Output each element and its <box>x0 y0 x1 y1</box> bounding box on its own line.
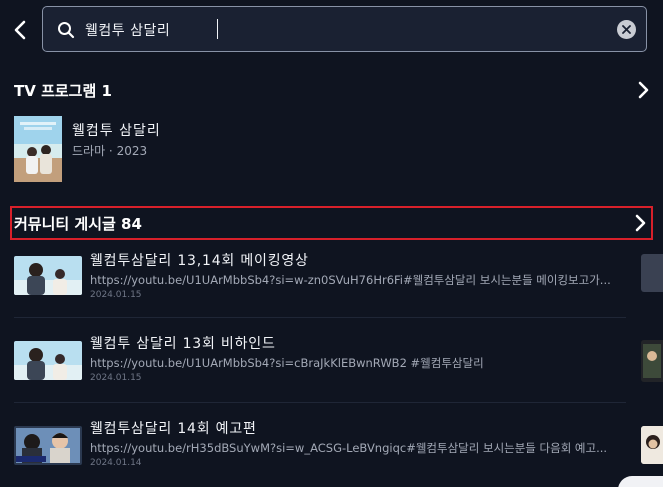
text-cursor <box>217 19 218 39</box>
search-input[interactable]: 웰컴투 삼달리 <box>85 20 170 40</box>
chevron-left-icon <box>14 20 26 40</box>
partial-side-thumbnail[interactable] <box>641 340 663 382</box>
search-icon <box>58 22 75 39</box>
post-body: https://youtu.be/U1UArMbbSb4?si=w-zn0SVu… <box>90 273 611 287</box>
search-results-page: 웰컴투 삼달리 TV 프로그램 1 웰컴투 삼달리 드라마 · 2023 커뮤니… <box>0 0 663 487</box>
chevron-right-icon <box>638 81 649 99</box>
post-title: 웰컴투삼달리 14회 예고편 <box>90 421 257 437</box>
partial-side-thumbnail[interactable] <box>641 426 663 464</box>
partial-side-card[interactable] <box>641 254 663 292</box>
post-thumbnail <box>14 256 82 295</box>
community-post[interactable]: 웰컴투삼달리 13,14회 메이킹영상 https://youtu.be/U1U… <box>14 250 626 324</box>
program-poster <box>14 116 62 182</box>
post-date: 2024.01.15 <box>90 290 142 300</box>
post-thumbnail <box>14 426 82 465</box>
community-post[interactable]: 웰컴투 삼달리 13회 비하인드 https://youtu.be/U1UArM… <box>14 333 626 407</box>
program-title: 웰컴투 삼달리 <box>72 123 161 139</box>
tv-program-item[interactable]: 웰컴투 삼달리 드라마 · 2023 <box>14 116 634 182</box>
back-button[interactable] <box>8 14 32 46</box>
close-icon <box>622 25 631 34</box>
search-header: 웰컴투 삼달리 <box>0 0 663 60</box>
community-post[interactable]: 웰컴투삼달리 14회 예고편 https://youtu.be/rH35dBSu… <box>14 418 626 487</box>
post-title: 웰컴투삼달리 13,14회 메이킹영상 <box>90 253 309 269</box>
post-title: 웰컴투 삼달리 13회 비하인드 <box>90 336 276 352</box>
post-body: https://youtu.be/rH35dBSuYwM?si=w_ACSG-L… <box>90 441 608 455</box>
search-box[interactable]: 웰컴투 삼달리 <box>42 6 647 52</box>
section-title: TV 프로그램 1 <box>14 81 112 100</box>
floating-button-partial[interactable] <box>618 476 663 487</box>
post-date: 2024.01.15 <box>90 373 142 383</box>
post-thumbnail <box>14 341 82 380</box>
chevron-right-icon <box>635 214 646 232</box>
community-section-header[interactable]: 커뮤니티 게시글 84 <box>10 206 653 240</box>
tv-program-section-header[interactable]: TV 프로그램 1 <box>14 77 650 103</box>
section-title: 커뮤니티 게시글 84 <box>14 214 142 233</box>
divider <box>14 317 626 318</box>
divider <box>14 402 626 403</box>
clear-search-button[interactable] <box>617 20 636 39</box>
program-meta: 드라마 · 2023 <box>72 144 148 158</box>
post-body: https://youtu.be/U1UArMbbSb4?si=cBraJkKl… <box>90 356 484 370</box>
post-date: 2024.01.14 <box>90 458 142 468</box>
